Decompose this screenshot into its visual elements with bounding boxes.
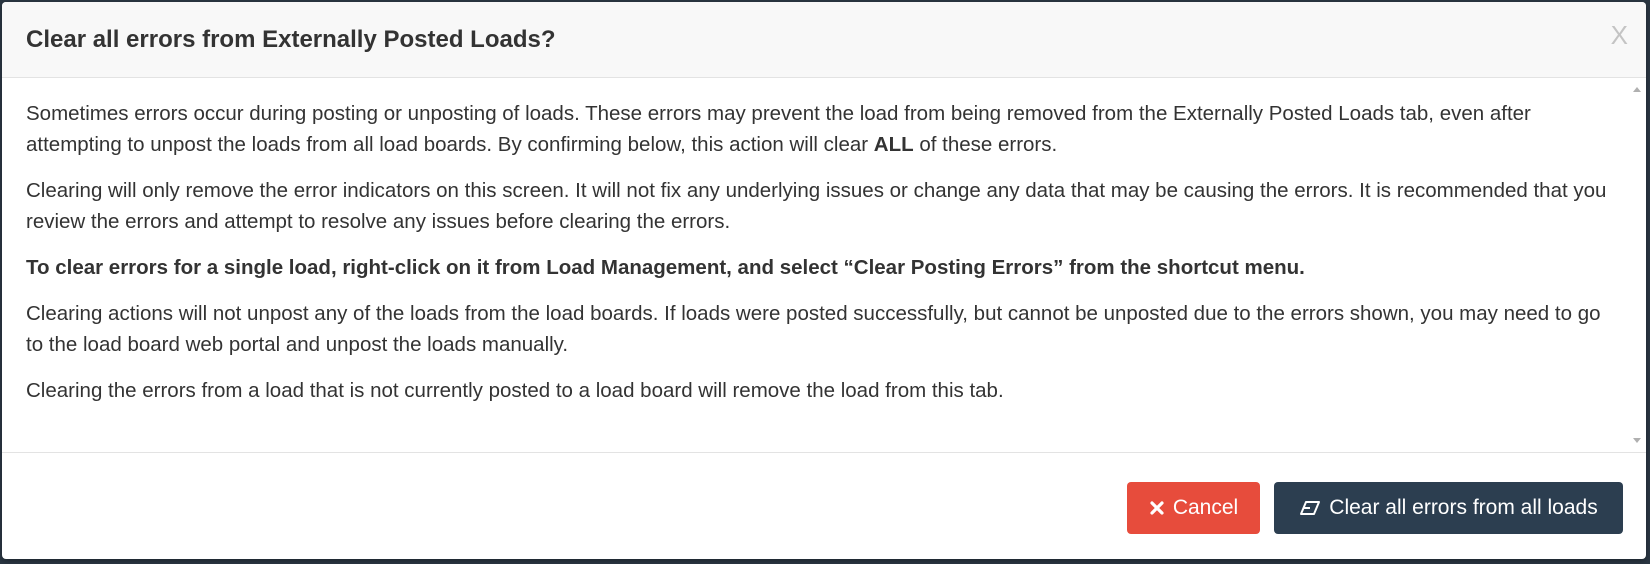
paragraph-intro: Sometimes errors occur during posting or…	[26, 98, 1616, 160]
scroll-up-arrow-icon[interactable]	[1633, 87, 1641, 92]
eraser-icon	[1299, 500, 1321, 516]
dialog-body: Sometimes errors occur during posting or…	[2, 78, 1646, 453]
dialog-title: Clear all errors from Externally Posted …	[26, 26, 556, 53]
scroll-down-arrow-icon[interactable]	[1633, 438, 1641, 443]
dialog-header: Clear all errors from Externally Posted …	[2, 2, 1646, 78]
clear-all-errors-button-label: Clear all errors from all loads	[1329, 496, 1598, 519]
paragraph-remove-note: Clearing the errors from a load that is …	[26, 379, 1004, 402]
paragraph-intro-emphasis: ALL	[873, 133, 914, 156]
close-button[interactable]: X	[1611, 22, 1628, 48]
cancel-button[interactable]: Cancel	[1127, 482, 1260, 534]
close-icon	[1149, 500, 1165, 516]
dialog-body-content: Sometimes errors occur during posting or…	[26, 98, 1616, 421]
paragraph-intro-text: Sometimes errors occur during posting or…	[26, 102, 1531, 156]
clear-all-errors-button[interactable]: Clear all errors from all loads	[1274, 482, 1623, 534]
confirm-dialog: Clear all errors from Externally Posted …	[2, 2, 1646, 559]
single-load-tip-text: To clear errors for a single load, right…	[26, 256, 1305, 279]
paragraph-intro-tail: of these errors.	[913, 133, 1058, 156]
body-scrollbar[interactable]	[1629, 78, 1646, 452]
dialog-footer: Cancel Clear all errors from all loads	[2, 453, 1646, 559]
paragraph-unpost-note: Clearing actions will not unpost any of …	[26, 302, 1601, 356]
cancel-button-label: Cancel	[1172, 496, 1239, 519]
paragraph-clearing-note: Clearing will only remove the error indi…	[26, 179, 1607, 233]
paragraph-single-load-tip: To clear errors for a single load, right…	[26, 252, 1616, 283]
